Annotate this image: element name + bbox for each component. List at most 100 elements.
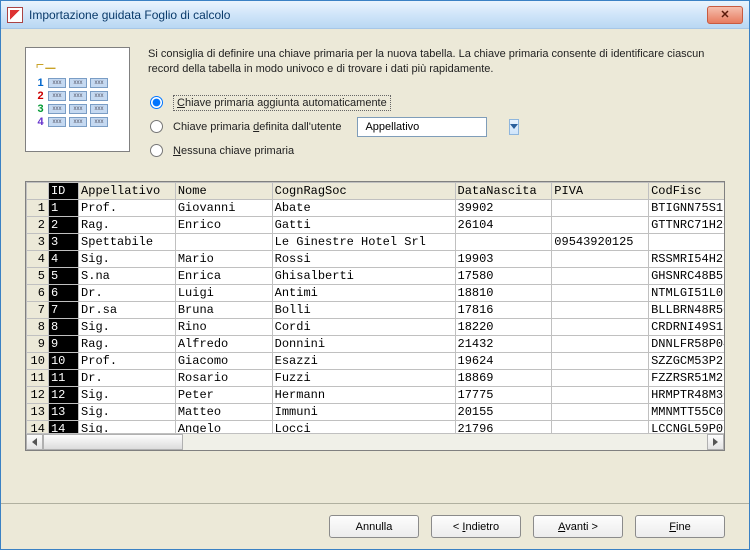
row-number: 1: [27, 199, 49, 216]
cell-cognragsoc: Esazzi: [272, 352, 455, 369]
cell-id: 5: [48, 267, 78, 284]
chevron-down-icon[interactable]: [509, 119, 519, 135]
table-row[interactable]: 44Sig.MarioRossi19903RSSMRI54H28: [27, 250, 725, 267]
label-user[interactable]: Chiave primaria definita dall'utente: [173, 121, 341, 133]
option-no-key[interactable]: Nessuna chiave primaria: [150, 139, 725, 163]
table-row[interactable]: 1414Sig.AngeloLocci21796LCCNGL59P03: [27, 420, 725, 433]
table-row[interactable]: 77Dr.saBrunaBolli17816BLLBRN48R50: [27, 301, 725, 318]
cell-id: 7: [48, 301, 78, 318]
grid-viewport[interactable]: ID Appellativo Nome CognRagSoc DataNasci…: [26, 182, 724, 433]
col-appellativo[interactable]: Appellativo: [79, 182, 176, 199]
field-combo[interactable]: [357, 117, 487, 137]
cell-nome: Enrica: [175, 267, 272, 284]
back-button[interactable]: < Indietro: [431, 515, 521, 538]
cell-appellativo: Sig.: [79, 318, 176, 335]
cell-id: 11: [48, 369, 78, 386]
titlebar: Importazione guidata Foglio di calcolo ✕: [1, 1, 749, 29]
cell-nome: Matteo: [175, 403, 272, 420]
cell-nome: Luigi: [175, 284, 272, 301]
cell-datanascita: 19624: [455, 352, 552, 369]
options-panel: Si consiglia di definire una chiave prim…: [148, 47, 725, 163]
cell-appellativo: Sig.: [79, 386, 176, 403]
finish-button[interactable]: Fine: [635, 515, 725, 538]
cell-appellativo: Sig.: [79, 403, 176, 420]
table-row[interactable]: 1313Sig.MatteoImmuni20155MMNMTT55C07: [27, 403, 725, 420]
cell-id: 8: [48, 318, 78, 335]
cell-piva: [552, 369, 649, 386]
cell-appellativo: Dr.: [79, 369, 176, 386]
cell-id: 13: [48, 403, 78, 420]
col-id[interactable]: ID: [48, 182, 78, 199]
cell-codfisc: SZZGCM53P22: [649, 352, 724, 369]
cell-nome: Peter: [175, 386, 272, 403]
cell-piva: [552, 199, 649, 216]
cell-datanascita: 18869: [455, 369, 552, 386]
cancel-button[interactable]: Annulla: [329, 515, 419, 538]
option-user-key[interactable]: Chiave primaria definita dall'utente: [150, 115, 725, 139]
cell-id: 10: [48, 352, 78, 369]
horizontal-scrollbar[interactable]: [26, 433, 724, 450]
scroll-left-button[interactable]: [26, 434, 43, 450]
table-row[interactable]: 55S.naEnricaGhisalberti17580GHSNRC48B57: [27, 267, 725, 284]
cell-cognragsoc: Ghisalberti: [272, 267, 455, 284]
cell-codfisc: RSSMRI54H28: [649, 250, 724, 267]
col-datanascita[interactable]: DataNascita: [455, 182, 552, 199]
cell-piva: [552, 216, 649, 233]
table-row[interactable]: 88Sig.RinoCordi18220CRDRNI49S18: [27, 318, 725, 335]
close-button[interactable]: ✕: [707, 6, 743, 24]
cell-cognragsoc: Antimi: [272, 284, 455, 301]
cell-cognragsoc: Locci: [272, 420, 455, 433]
row-number: 8: [27, 318, 49, 335]
cell-cognragsoc: Rossi: [272, 250, 455, 267]
table-row[interactable]: 1212Sig.PeterHermann17775HRMPTR48M30: [27, 386, 725, 403]
cell-piva: [552, 403, 649, 420]
cell-datanascita: 18810: [455, 284, 552, 301]
row-number: 6: [27, 284, 49, 301]
cell-piva: [552, 301, 649, 318]
col-nome[interactable]: Nome: [175, 182, 272, 199]
table-row[interactable]: 1010Prof.GiacomoEsazzi19624SZZGCM53P22: [27, 352, 725, 369]
row-number: 4: [27, 250, 49, 267]
cell-datanascita: 26104: [455, 216, 552, 233]
scroll-thumb[interactable]: [43, 434, 183, 450]
close-icon: ✕: [720, 8, 729, 21]
description-text: Si consiglia di definire una chiave prim…: [148, 47, 725, 77]
cell-piva: [552, 386, 649, 403]
radio-none[interactable]: [150, 144, 163, 157]
cell-piva: [552, 284, 649, 301]
table-row[interactable]: 1111Dr.RosarioFuzzi18869FZZRSR51M29: [27, 369, 725, 386]
label-auto[interactable]: Chiave primaria aggiunta automaticamente: [173, 95, 391, 111]
label-none[interactable]: Nessuna chiave primaria: [173, 145, 294, 157]
row-number: 12: [27, 386, 49, 403]
table-row[interactable]: 11Prof.GiovanniAbate39902BTIGNN75S11: [27, 199, 725, 216]
col-piva[interactable]: PIVA: [552, 182, 649, 199]
table-row[interactable]: 33SpettabileLe Ginestre Hotel Srl0954392…: [27, 233, 725, 250]
row-number: 5: [27, 267, 49, 284]
combo-input[interactable]: [363, 120, 509, 134]
cell-nome: [175, 233, 272, 250]
next-button[interactable]: Avanti >: [533, 515, 623, 538]
radio-auto[interactable]: [150, 96, 163, 109]
app-icon: [7, 7, 23, 23]
table-row[interactable]: 66Dr.LuigiAntimi18810NTMLGI51L07: [27, 284, 725, 301]
cell-codfisc: [649, 233, 724, 250]
cell-datanascita: 17816: [455, 301, 552, 318]
cell-datanascita: 21796: [455, 420, 552, 433]
cell-codfisc: MMNMTT55C07: [649, 403, 724, 420]
row-number: 9: [27, 335, 49, 352]
option-auto-key[interactable]: Chiave primaria aggiunta automaticamente: [150, 91, 725, 115]
table-row[interactable]: 99Rag.AlfredoDonnini21432DNNLFR58P04: [27, 335, 725, 352]
cell-cognragsoc: Bolli: [272, 301, 455, 318]
col-cognragsoc[interactable]: CognRagSoc: [272, 182, 455, 199]
primary-key-options: Chiave primaria aggiunta automaticamente…: [148, 91, 725, 163]
table-row[interactable]: 22Rag.EnricoGatti26104GTTNRC71H20: [27, 216, 725, 233]
cell-id: 4: [48, 250, 78, 267]
cell-cognragsoc: Abate: [272, 199, 455, 216]
scroll-track[interactable]: [43, 434, 707, 450]
radio-user[interactable]: [150, 120, 163, 133]
cell-codfisc: GTTNRC71H20: [649, 216, 724, 233]
cell-datanascita: 17775: [455, 386, 552, 403]
col-codfisc[interactable]: CodFisc: [649, 182, 724, 199]
data-grid: ID Appellativo Nome CognRagSoc DataNasci…: [25, 181, 725, 451]
scroll-right-button[interactable]: [707, 434, 724, 450]
